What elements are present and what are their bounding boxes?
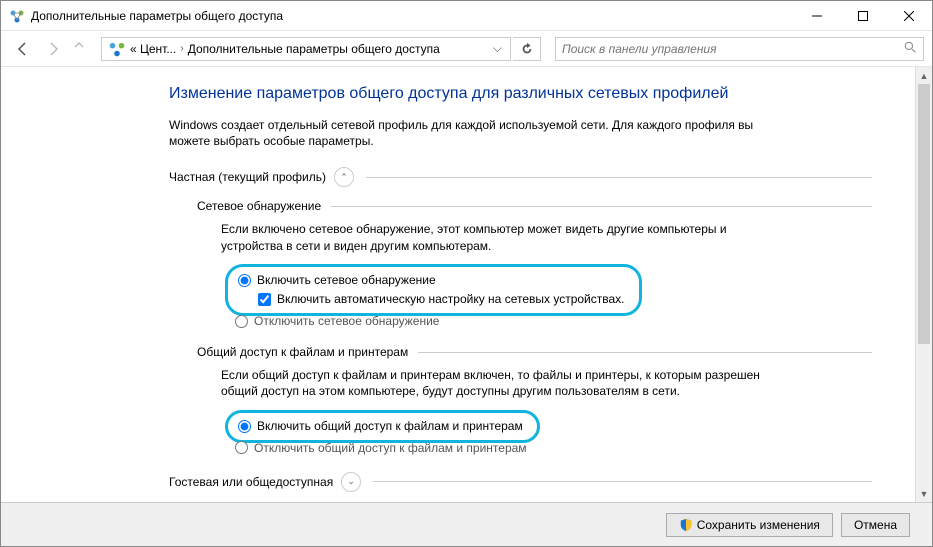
radio-sharing-on-input[interactable] — [238, 420, 251, 433]
up-button[interactable] — [69, 35, 89, 63]
radio-sharing-off-label: Отключить общий доступ к файлам и принте… — [254, 441, 527, 455]
search-icon — [904, 41, 917, 57]
scroll-thumb[interactable] — [918, 84, 930, 344]
breadcrumb-dropdown[interactable]: ⌵ — [487, 41, 508, 56]
window-title: Дополнительные параметры общего доступа — [31, 9, 283, 23]
check-auto-setup[interactable]: Включить автоматическую настройку на сет… — [258, 290, 625, 309]
check-auto-setup-label: Включить автоматическую настройку на сет… — [277, 290, 625, 309]
highlight-sharing: Включить общий доступ к файлам и принтер… — [225, 410, 540, 443]
minimize-button[interactable] — [794, 1, 840, 31]
discovery-label: Сетевое обнаружение — [197, 199, 321, 213]
intro-text: Windows создает отдельный сетевой профил… — [169, 117, 789, 149]
shield-icon — [679, 518, 693, 532]
network-icon — [108, 40, 126, 58]
scroll-down-icon[interactable]: ▼ — [916, 485, 932, 502]
scrollbar[interactable]: ▲ ▼ — [915, 67, 932, 502]
titlebar: Дополнительные параметры общего доступа — [1, 1, 932, 31]
section-guest-title: Гостевая или общедоступная — [169, 475, 333, 489]
section-private: Частная (текущий профиль) ⌃ — [169, 167, 872, 187]
cancel-button-label: Отмена — [854, 518, 897, 532]
window-controls — [794, 1, 932, 31]
maximize-button[interactable] — [840, 1, 886, 31]
chevron-icon: › — [180, 43, 183, 54]
discovery-desc: Если включено сетевое обнаружение, этот … — [221, 221, 781, 253]
breadcrumb-seg-2[interactable]: Дополнительные параметры общего доступа — [188, 42, 440, 56]
radio-discovery-off-input[interactable] — [235, 315, 248, 328]
breadcrumb[interactable]: « Цент... › Дополнительные параметры общ… — [101, 37, 511, 61]
back-button[interactable] — [9, 35, 37, 63]
network-icon — [9, 8, 25, 24]
content-area: Изменение параметров общего доступа для … — [1, 67, 932, 502]
breadcrumb-seg-1[interactable]: « Цент... — [130, 42, 176, 56]
radio-sharing-off-input[interactable] — [235, 441, 248, 454]
search-box[interactable] — [555, 37, 924, 61]
radio-discovery-off-label: Отключить сетевое обнаружение — [254, 314, 439, 328]
sharing-desc: Если общий доступ к файлам и принтерам в… — [221, 367, 781, 399]
scroll-up-icon[interactable]: ▲ — [916, 67, 932, 84]
highlight-discovery: Включить сетевое обнаружение Включить ав… — [225, 264, 642, 316]
radio-discovery-on-input[interactable] — [238, 274, 251, 287]
expand-button-guest[interactable]: ⌄ — [341, 472, 361, 492]
refresh-button[interactable] — [513, 37, 541, 61]
section-guest: Гостевая или общедоступная ⌄ — [169, 472, 872, 492]
footer: Сохранить изменения Отмена — [1, 502, 932, 546]
search-input[interactable] — [562, 42, 904, 56]
forward-button[interactable] — [39, 35, 67, 63]
collapse-button-private[interactable]: ⌃ — [334, 167, 354, 187]
page-title: Изменение параметров общего доступа для … — [169, 85, 872, 103]
check-auto-setup-input[interactable] — [258, 293, 271, 306]
save-button[interactable]: Сохранить изменения — [666, 513, 833, 537]
radio-sharing-off[interactable]: Отключить общий доступ к файлам и принте… — [235, 440, 872, 456]
section-private-title: Частная (текущий профиль) — [169, 170, 326, 184]
radio-discovery-on-label: Включить сетевое обнаружение — [257, 271, 436, 290]
radio-sharing-on-label: Включить общий доступ к файлам и принтер… — [257, 417, 523, 436]
save-button-label: Сохранить изменения — [697, 518, 820, 532]
radio-sharing-on[interactable]: Включить общий доступ к файлам и принтер… — [238, 417, 523, 436]
subsection-sharing: Общий доступ к файлам и принтерам Если о… — [197, 345, 872, 456]
cancel-button[interactable]: Отмена — [841, 513, 910, 537]
subsection-discovery: Сетевое обнаружение Если включено сетево… — [197, 199, 872, 329]
navbar: « Цент... › Дополнительные параметры общ… — [1, 31, 932, 67]
close-button[interactable] — [886, 1, 932, 31]
sharing-label: Общий доступ к файлам и принтерам — [197, 345, 408, 359]
radio-discovery-on[interactable]: Включить сетевое обнаружение — [238, 271, 625, 290]
